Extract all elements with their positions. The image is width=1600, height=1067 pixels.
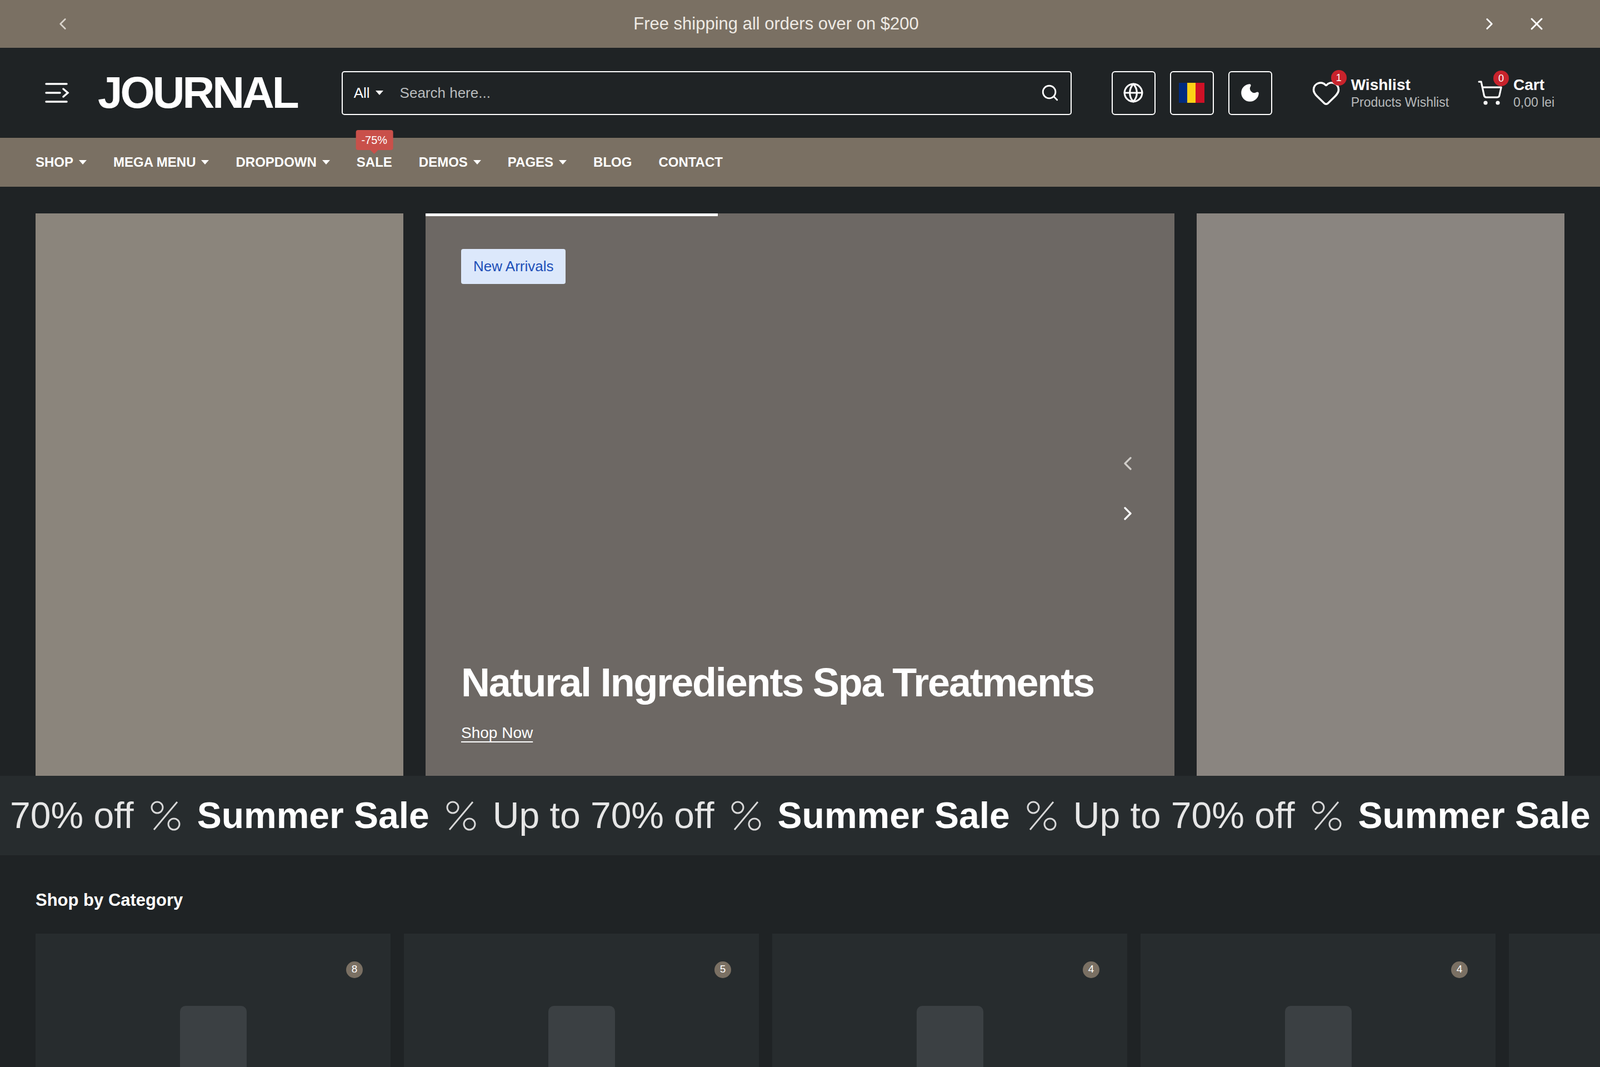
category-card[interactable]: 8 xyxy=(35,933,391,1067)
marquee-text: Up to 70% off xyxy=(492,787,715,843)
percent-icon xyxy=(148,798,183,833)
caret-down-icon xyxy=(201,160,209,165)
marquee-text: Up to 70% off xyxy=(1073,787,1295,843)
caret-down-icon xyxy=(78,160,87,165)
shop-now-link[interactable]: Shop Now xyxy=(461,721,533,745)
nav-item[interactable]: DROPDOWN xyxy=(235,152,330,173)
search-bar: All Search here... xyxy=(341,71,1072,115)
category-card[interactable]: 4 xyxy=(1140,933,1496,1067)
slide-progress xyxy=(425,213,718,217)
wishlist-count-badge: 1 xyxy=(1331,70,1347,86)
category-image xyxy=(548,1005,615,1067)
cart-total: 0,00 lei xyxy=(1513,94,1555,111)
next-arrow-icon[interactable] xyxy=(1480,14,1499,34)
slide-title: Natural Ingredients Spa Treatments xyxy=(461,660,1094,705)
hero: New Arrivals Natural Ingredients Spa Trea… xyxy=(0,186,1600,776)
section-title: Shop by Category xyxy=(35,887,1565,914)
page: Free shipping all orders over on $200 JOU… xyxy=(0,0,1600,1067)
theme-button[interactable] xyxy=(1228,71,1273,115)
caret-down-icon xyxy=(375,90,384,95)
caret-down-icon xyxy=(558,160,567,165)
marquee-text: Summer Sale xyxy=(197,787,430,843)
language-button[interactable] xyxy=(1111,71,1156,115)
nav-item[interactable]: CONTACT xyxy=(658,152,723,173)
header: JOURNAL All Search here... 1WishlistProduct… xyxy=(0,47,1600,138)
caret-down-icon xyxy=(473,160,482,165)
cart[interactable]: 0Cart0,00 lei xyxy=(1476,75,1555,111)
percent-icon xyxy=(728,798,764,833)
side-banner[interactable] xyxy=(1196,213,1565,776)
marquee-text: Summer Sale xyxy=(1358,787,1591,843)
percent-icon xyxy=(443,798,479,833)
marquee-text: 70% off xyxy=(10,787,134,843)
flag-icon xyxy=(1178,82,1205,103)
announcement-text: Free shipping all orders over on $200 xyxy=(72,11,1480,38)
nav-item[interactable]: SHOP xyxy=(35,152,87,173)
close-icon[interactable] xyxy=(1526,13,1547,34)
cart-label: Cart xyxy=(1513,75,1555,95)
hero-slide[interactable]: New Arrivals Natural Ingredients Spa Trea… xyxy=(425,213,1175,776)
slide-badge: New Arrivals xyxy=(461,248,566,284)
wishlist[interactable]: 1WishlistProducts Wishlist xyxy=(1311,75,1449,111)
side-banner[interactable] xyxy=(35,213,404,776)
marquee-text: Summer Sale xyxy=(777,787,1010,843)
category-section: Shop by Category 8 5 4 4 xyxy=(0,855,1600,1067)
main-nav: SHOP MEGA MENU DROPDOWN -75%SALE DEMOS PAGES B… xyxy=(0,137,1600,187)
category-count-badge: 5 xyxy=(714,961,732,978)
menu-icon[interactable] xyxy=(44,81,70,104)
percent-icon xyxy=(1024,798,1059,833)
category-image xyxy=(180,1005,247,1067)
category-count-badge: 4 xyxy=(1082,961,1100,978)
marquee: 70% off Summer Sale Up to 70% off Summer Sa… xyxy=(0,775,1600,855)
category-image xyxy=(916,1005,984,1067)
wishlist-sublabel: Products Wishlist xyxy=(1351,94,1449,111)
slide-next-icon[interactable] xyxy=(1116,502,1139,525)
currency-button[interactable] xyxy=(1170,71,1214,115)
announcement-bar: Free shipping all orders over on $200 xyxy=(0,0,1600,48)
globe-icon xyxy=(1122,82,1144,104)
search-input[interactable]: Search here... xyxy=(400,82,1041,104)
search-icon[interactable] xyxy=(1040,83,1060,103)
logo[interactable]: JOURNAL xyxy=(97,70,298,115)
percent-icon xyxy=(1309,798,1344,833)
slider-arrows xyxy=(1116,452,1139,525)
category-image xyxy=(1285,1005,1352,1067)
wishlist-label: Wishlist xyxy=(1351,75,1449,95)
category-card[interactable]: 4 xyxy=(772,933,1128,1067)
prev-arrow-icon[interactable] xyxy=(53,14,73,34)
slide-prev-icon[interactable] xyxy=(1116,452,1139,475)
category-card[interactable] xyxy=(1508,933,1600,1067)
cart-count-badge: 0 xyxy=(1493,70,1509,87)
category-card[interactable]: 5 xyxy=(403,933,759,1067)
category-count-badge: 4 xyxy=(1451,961,1468,978)
moon-icon xyxy=(1239,82,1261,104)
category-count-badge: 8 xyxy=(346,961,363,978)
nav-item[interactable]: -75%SALE xyxy=(356,152,393,173)
nav-item[interactable]: PAGES xyxy=(507,152,567,173)
caret-down-icon xyxy=(322,160,330,165)
nav-item[interactable]: BLOG xyxy=(593,152,632,173)
sale-badge: -75% xyxy=(355,130,393,150)
nav-item[interactable]: MEGA MENU xyxy=(113,152,209,173)
nav-item[interactable]: DEMOS xyxy=(418,152,482,173)
search-category[interactable]: All xyxy=(353,82,384,104)
